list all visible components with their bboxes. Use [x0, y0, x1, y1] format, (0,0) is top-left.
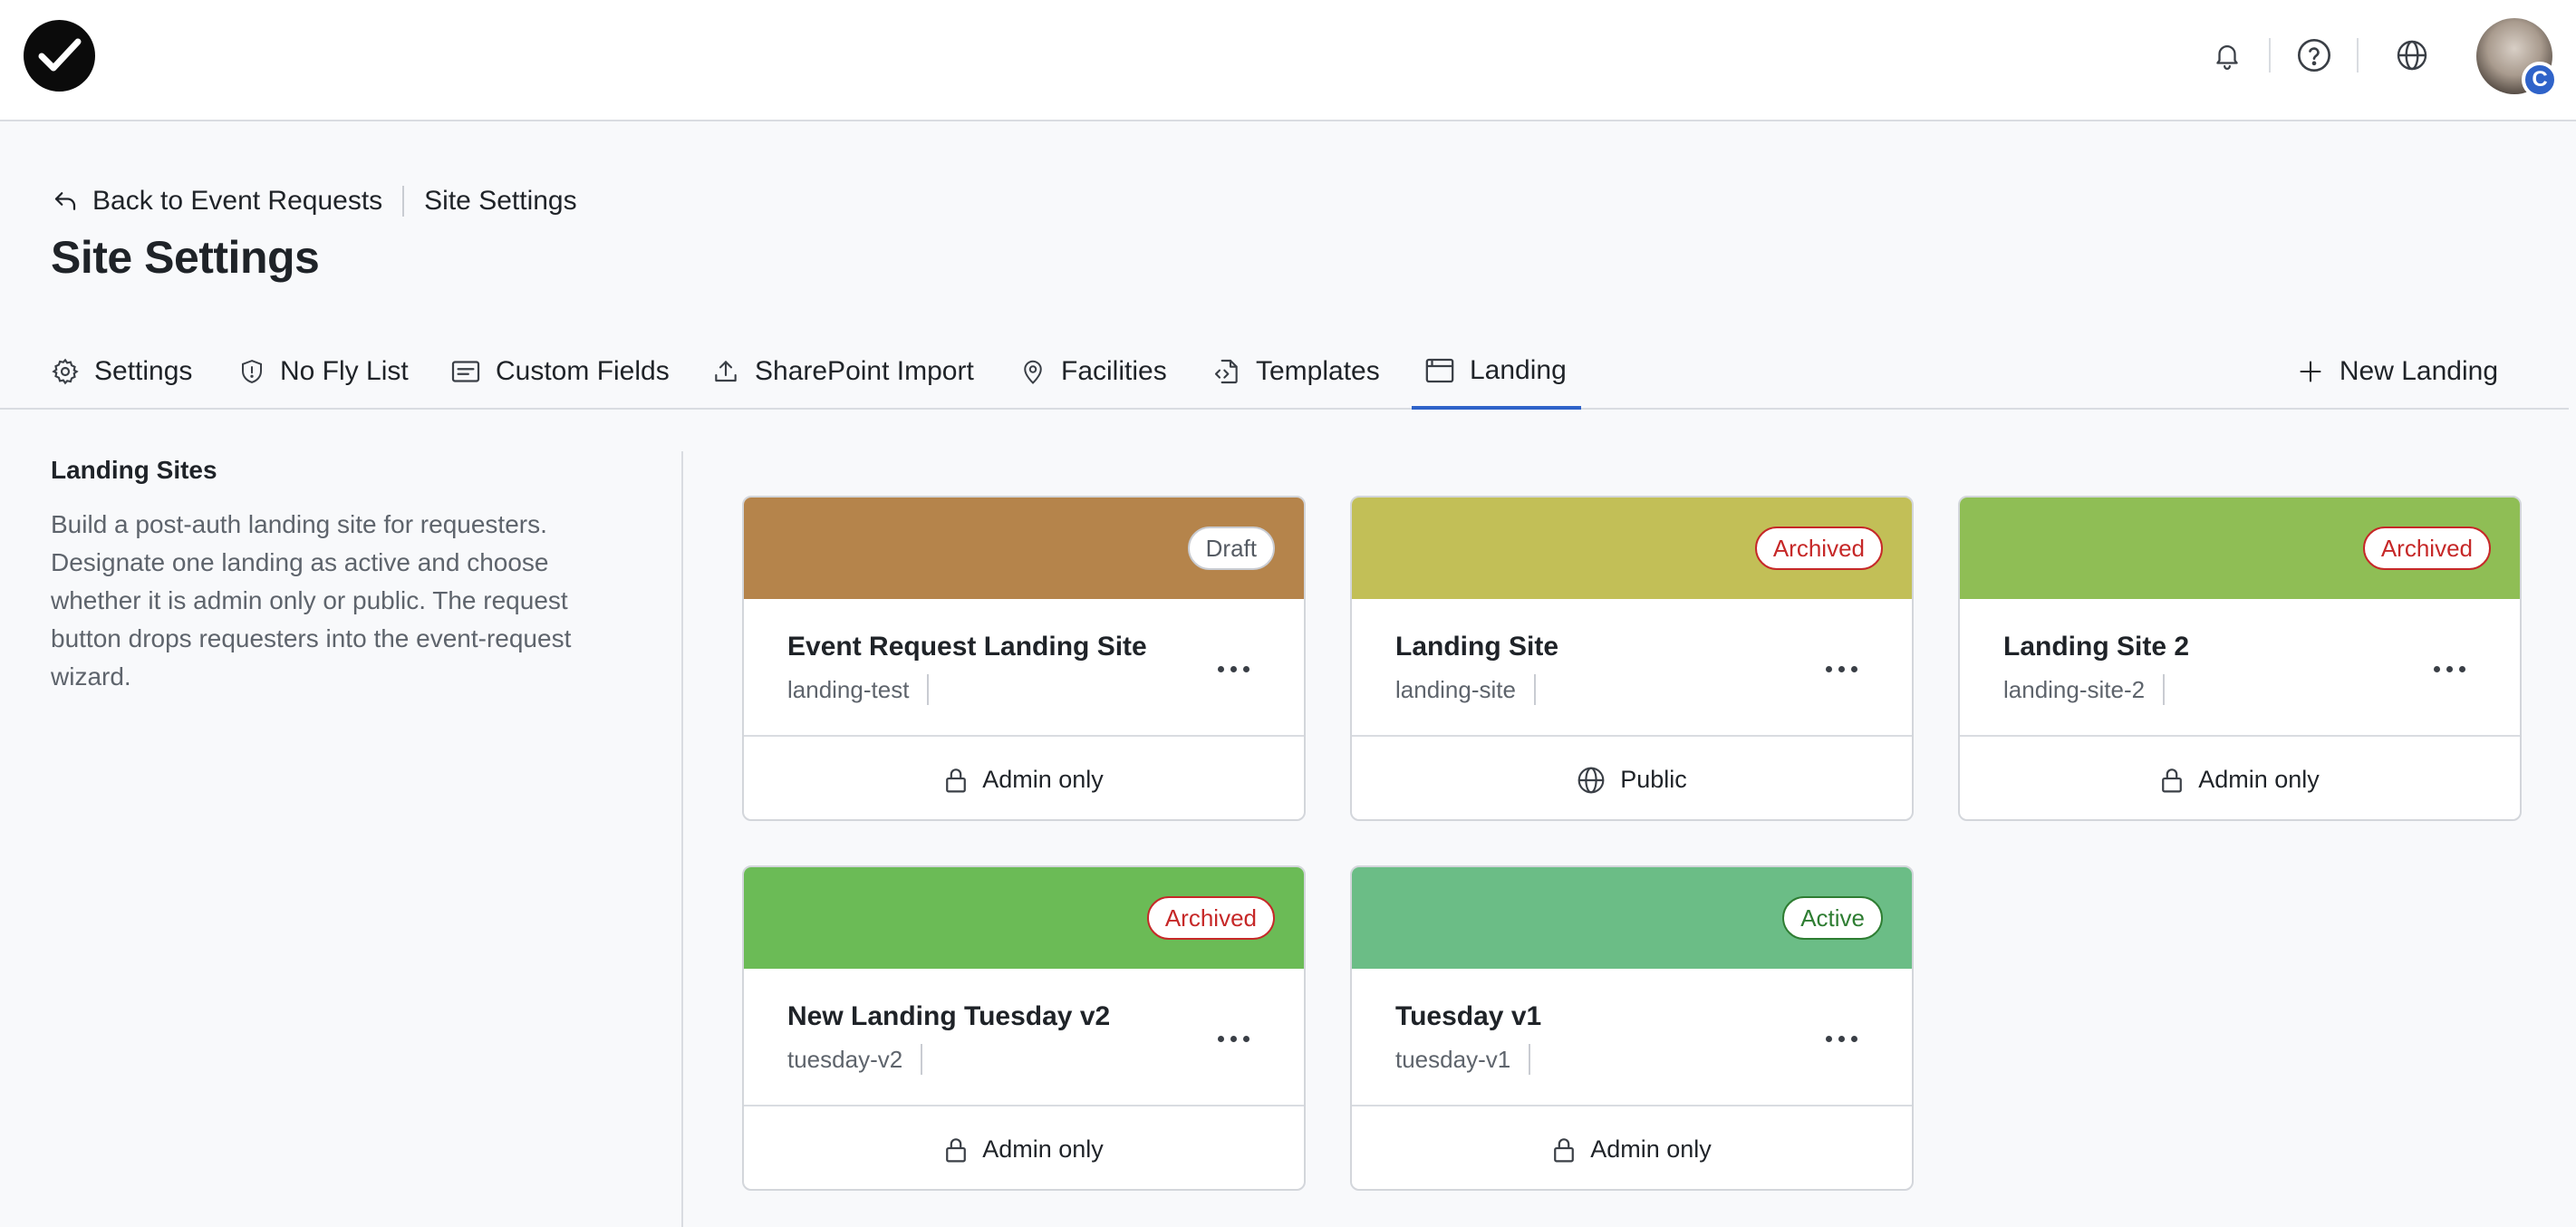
tab-label: Landing	[1470, 355, 1567, 385]
landing-sites-heading: Landing Sites	[51, 456, 217, 484]
bell-icon[interactable]	[2205, 33, 2250, 78]
more-options-icon[interactable]	[1218, 659, 1249, 680]
slug-text: landing-test	[787, 675, 910, 703]
card-slug: tuesday-v2	[787, 1044, 923, 1075]
slug-text: tuesday-v1	[1395, 1045, 1511, 1073]
card-title: Landing Site	[1395, 632, 1558, 662]
more-options-icon[interactable]	[1826, 659, 1857, 680]
status-badge: Active	[1782, 896, 1883, 940]
tab-landing[interactable]: Landing	[1412, 335, 1581, 410]
status-badge: Archived	[1754, 527, 1883, 570]
more-options-icon[interactable]	[1826, 1029, 1857, 1049]
section-divider	[681, 451, 683, 1227]
new-landing-button[interactable]: New Landing	[2298, 335, 2498, 408]
upload-icon	[715, 361, 737, 382]
avatar-badge: C	[2522, 62, 2558, 98]
status-badge: Archived	[1146, 896, 1275, 940]
landing-card[interactable]: Archived New Landing Tuesday v2 tuesday-…	[742, 865, 1306, 1191]
tab-label: No Fly List	[280, 356, 409, 386]
tab-facilities[interactable]: Facilities	[1019, 335, 1167, 408]
access-label: Admin only	[982, 766, 1104, 793]
lock-icon	[946, 768, 967, 792]
slug-text: landing-site	[1395, 675, 1516, 703]
slug-divider	[927, 674, 930, 705]
slug-text: landing-site-2	[2003, 675, 2146, 703]
breadcrumb-divider	[402, 186, 405, 217]
avatar[interactable]: C	[2476, 18, 2558, 98]
tab-settings[interactable]: Settings	[51, 335, 192, 408]
plus-icon	[2300, 361, 2321, 382]
tab-label: Custom Fields	[496, 356, 670, 386]
globe-icon	[1577, 767, 1605, 793]
shield-icon	[242, 360, 262, 383]
breadcrumb-current: Site Settings	[424, 186, 577, 216]
access-level[interactable]: Admin only	[1352, 1105, 1912, 1189]
access-level[interactable]: Admin only	[744, 735, 1304, 819]
tab-custom-fields[interactable]: Custom Fields	[450, 335, 670, 408]
tab-templates[interactable]: Templates	[1212, 335, 1380, 408]
access-level[interactable]: Admin only	[744, 1105, 1304, 1189]
slug-divider	[1533, 674, 1536, 705]
app-logo-icon[interactable]	[24, 20, 95, 92]
more-options-icon[interactable]	[1218, 1029, 1249, 1049]
card-slug: landing-site	[1395, 674, 1536, 705]
access-label: Public	[1620, 766, 1687, 793]
tab-sharepoint-import[interactable]: SharePoint Import	[711, 335, 974, 408]
settings-tabs: Settings No Fly List Custom Fields Share…	[0, 335, 2569, 410]
gear-icon	[52, 358, 79, 385]
more-options-icon[interactable]	[2434, 659, 2465, 680]
access-level[interactable]: Admin only	[1960, 735, 2520, 819]
card-slug: landing-test	[787, 674, 930, 705]
card-title: New Landing Tuesday v2	[787, 1001, 1111, 1031]
landing-card[interactable]: Archived Landing Site 2 landing-site-2 A…	[1958, 496, 2522, 821]
lock-icon	[1554, 1137, 1575, 1162]
tab-label: SharePoint Import	[755, 356, 974, 386]
landing-card[interactable]: Archived Landing Site landing-site Publi…	[1350, 496, 1914, 821]
slug-text: tuesday-v2	[787, 1045, 903, 1073]
card-title: Tuesday v1	[1395, 1001, 1542, 1031]
landing-card[interactable]: Active Tuesday v1 tuesday-v1 Admin only	[1350, 865, 1914, 1191]
back-arrow-icon	[54, 192, 76, 210]
slug-divider	[2163, 674, 2166, 705]
back-link-label: Back to Event Requests	[92, 186, 383, 216]
globe-icon[interactable]	[2389, 33, 2435, 78]
access-label: Admin only	[1590, 1135, 1712, 1163]
landing-card[interactable]: Draft Event Request Landing Site landing…	[742, 496, 1306, 821]
tab-no-fly-list[interactable]: No Fly List	[238, 335, 409, 408]
lock-icon	[2162, 768, 2183, 792]
breadcrumb: Back to Event Requests Site Settings	[51, 181, 577, 221]
card-title: Landing Site 2	[2003, 632, 2190, 662]
access-label: Admin only	[2198, 766, 2320, 793]
form-icon	[451, 361, 480, 382]
slug-divider	[1529, 1044, 1531, 1075]
page-title: Site Settings	[51, 232, 320, 283]
top-bar: C	[0, 0, 2576, 121]
browser-window-icon	[1425, 358, 1454, 383]
landing-sites-description: Build a post-auth landing site for reque…	[51, 510, 572, 691]
file-code-icon	[1214, 359, 1238, 384]
access-label: Admin only	[982, 1135, 1104, 1163]
back-to-event-requests-link[interactable]: Back to Event Requests	[51, 186, 382, 217]
tab-label: Settings	[94, 356, 193, 386]
lock-icon	[946, 1137, 967, 1162]
status-badge: Draft	[1187, 527, 1275, 570]
location-pin-icon	[1024, 360, 1042, 384]
tab-label: Facilities	[1061, 356, 1167, 386]
header-divider	[2357, 38, 2359, 72]
card-title: Event Request Landing Site	[787, 632, 1147, 662]
access-level[interactable]: Public	[1352, 735, 1912, 819]
card-slug: landing-site-2	[2003, 674, 2166, 705]
help-icon[interactable]	[2291, 33, 2337, 78]
card-slug: tuesday-v1	[1395, 1044, 1531, 1075]
status-badge: Archived	[2362, 527, 2491, 570]
new-landing-label: New Landing	[2339, 356, 2498, 386]
header-divider	[2269, 38, 2271, 72]
slug-divider	[921, 1044, 923, 1075]
tab-label: Templates	[1256, 356, 1380, 386]
